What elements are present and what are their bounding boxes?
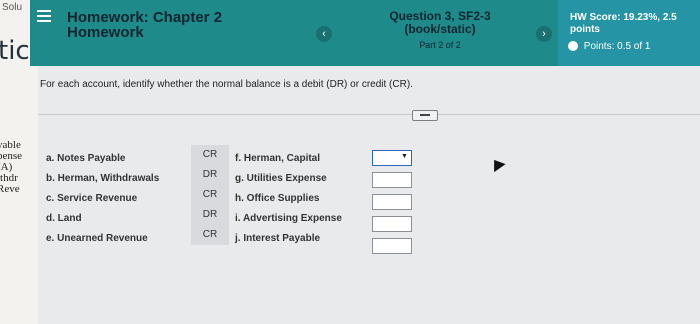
instruction-text: For each account, identify whether the n… [40, 79, 413, 90]
answer-inputs: ▼ [372, 150, 412, 260]
answer-input-g[interactable] [372, 172, 412, 188]
answer-input-i[interactable] [372, 216, 412, 232]
left-large-text: tic [0, 36, 30, 66]
mouse-cursor-icon [488, 155, 506, 173]
more-options-button[interactable] [412, 110, 438, 121]
code-1: CR [202, 149, 218, 160]
accounts-left-list: a. Notes Payable b. Herman, Withdrawals … [46, 149, 159, 249]
homework-title-line-1: Homework: Chapter 2 [67, 9, 223, 26]
points-status-icon [568, 41, 578, 52]
account-a: a. Notes Payable [46, 153, 126, 164]
code-3: CR [202, 189, 218, 200]
points-text: Points: 0.5 of 1 [583, 41, 651, 52]
answer-input-f[interactable]: ▼ [372, 150, 412, 166]
content-divider [38, 114, 700, 115]
hw-score-line-1: HW Score: 19.23%, 2.5 [570, 12, 677, 23]
chevron-down-icon[interactable]: ▼ [401, 153, 409, 161]
next-question-button[interactable]: › [536, 26, 552, 42]
left-line-5: Reve [0, 183, 20, 195]
account-d: d. Land [46, 213, 82, 224]
account-h: h. Office Supplies [235, 193, 320, 204]
question-part: Part 2 of 2 [419, 40, 461, 50]
answer-input-h[interactable] [372, 194, 412, 210]
code-4: DR [202, 209, 218, 220]
left-top-text: Solu [2, 2, 23, 13]
account-c: c. Service Revenue [46, 193, 138, 204]
code-2: DR [202, 169, 218, 180]
question-title: Question 3, SF2-3 (book/static) [365, 10, 515, 36]
account-e: e. Unearned Revenue [46, 233, 148, 244]
code-5: CR [202, 229, 218, 240]
score-panel: HW Score: 19.23%, 2.5 points Points: 0.5… [558, 0, 700, 66]
homework-title-line-2: Homework [67, 24, 144, 41]
answer-input-j[interactable] [372, 238, 412, 254]
menu-icon[interactable] [37, 10, 51, 24]
account-g: g. Utilities Expense [235, 173, 327, 184]
left-side-lines: yable pense (A) ithdr Reve [0, 140, 22, 195]
header-bar: Homework: Chapter 2 Homework ‹ Question … [30, 0, 700, 66]
question-title-line-2: (book/static) [404, 22, 476, 36]
account-f: f. Herman, Capital [235, 153, 321, 164]
normal-balance-codes: CR DR CR DR CR [191, 145, 229, 245]
account-j: j. Interest Payable [235, 233, 321, 244]
hw-score: HW Score: 19.23%, 2.5 points [570, 12, 677, 36]
previous-question-button[interactable]: ‹ [316, 26, 332, 42]
homework-title: Homework: Chapter 2 Homework [67, 10, 222, 40]
points-row: Points: 0.5 of 1 [568, 41, 651, 52]
account-i: i. Advertising Expense [235, 213, 342, 224]
hw-score-line-2: points [570, 24, 600, 35]
account-b: b. Herman, Withdrawals [46, 173, 160, 184]
accounts-right-list: f. Herman, Capital g. Utilities Expense … [235, 149, 342, 249]
